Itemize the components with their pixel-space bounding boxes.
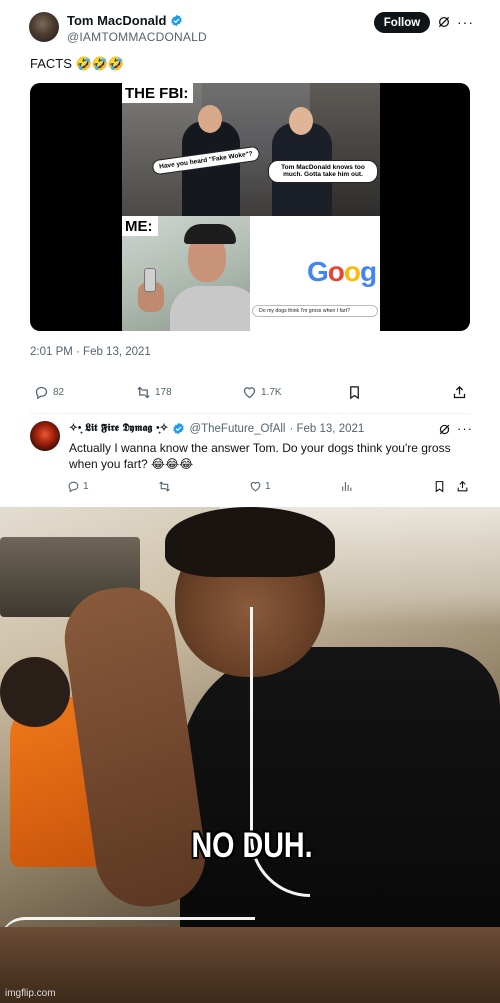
bookmark-button[interactable] <box>347 385 362 400</box>
author-handle[interactable]: @IAMTOMMACDONALD <box>67 30 207 44</box>
reply-date[interactable]: · Feb 13, 2021 <box>289 423 364 435</box>
google-letter: o <box>327 256 345 287</box>
cap <box>184 224 236 244</box>
verified-badge-icon <box>173 422 185 435</box>
reply-text: Actually I wanna know the answer Tom. Do… <box>69 441 451 471</box>
agent-left-head <box>198 105 222 133</box>
views-chart-icon <box>342 482 352 491</box>
reply-bookmark-button[interactable] <box>433 480 446 493</box>
meme-fbi-panel: THE FBI: Have you heard "Fake Woke"? Tom… <box>122 83 380 216</box>
reply-count: 1 <box>83 481 89 492</box>
reply-button[interactable]: 82 <box>34 385 64 400</box>
follow-button[interactable]: Follow <box>374 12 430 33</box>
share-icon <box>453 385 466 399</box>
reply-header: ✧•̩̩͙ 𝕷𝖎𝖙 𝕱𝖎𝖗𝖊 𝕯𝖞𝖒𝖆𝖌 •̩̩͙✧ @TheFuture_Of… <box>69 422 364 435</box>
retweet-button[interactable]: 178 <box>136 385 172 400</box>
grok-icon[interactable] <box>438 423 451 436</box>
reply-count: 82 <box>53 387 65 398</box>
reaction-photo <box>0 507 500 1003</box>
reply-retweet-button[interactable] <box>158 480 171 493</box>
fbi-label: THE FBI: <box>122 83 194 103</box>
more-options-icon[interactable]: ··· <box>457 421 473 436</box>
imgflip-watermark: imgflip.com <box>5 988 56 999</box>
background-person-head <box>0 657 70 727</box>
reply-like-button[interactable]: 1 <box>249 480 271 493</box>
reply-reply-button[interactable]: 1 <box>67 480 89 493</box>
like-count: 1.7K <box>261 387 282 398</box>
google-logo: Goog <box>307 256 377 288</box>
heart-icon <box>243 387 256 399</box>
bookmark-icon <box>350 386 359 400</box>
speech-bubble-knows-too-much: Tom MacDonald knows too much. Gotta take… <box>268 160 378 183</box>
hoodie <box>170 286 250 331</box>
google-search-box: Do my dogs think I'm gross when I fart? <box>252 305 378 317</box>
meme-caption: NO DUH. <box>191 826 313 865</box>
reply-author-handle[interactable]: @TheFuture_OfAll <box>189 423 285 435</box>
like-count: 1 <box>265 481 271 492</box>
hair <box>165 507 335 577</box>
share-icon <box>457 480 468 492</box>
author-name[interactable]: Tom MacDonald <box>67 13 166 28</box>
author-name-row[interactable]: Tom MacDonald <box>67 13 183 28</box>
more-options-icon[interactable]: ··· <box>457 14 474 30</box>
desk <box>0 927 500 1003</box>
reply-icon <box>35 386 48 400</box>
reply-author-name[interactable]: ✧•̩̩͙ 𝕷𝖎𝖙 𝕱𝖎𝖗𝖊 𝕯𝖞𝖒𝖆𝖌 •̩̩͙✧ <box>69 422 168 435</box>
phone <box>144 268 156 292</box>
retweet-count: 178 <box>155 387 172 398</box>
tweet-timestamp[interactable]: 2:01 PM · Feb 13, 2021 <box>30 346 151 358</box>
grok-icon[interactable] <box>437 15 451 29</box>
google-letter: G <box>307 256 329 287</box>
tweet-screenshot: Tom MacDonald @IAMTOMMACDONALD Follow ··… <box>0 0 500 505</box>
avatar[interactable] <box>29 12 59 42</box>
tweet-text: FACTS 🤣🤣🤣 <box>30 56 125 71</box>
reply-avatar[interactable] <box>30 421 60 451</box>
retweet-icon <box>137 386 150 399</box>
retweet-icon <box>159 481 170 492</box>
like-button[interactable]: 1.7K <box>242 385 282 400</box>
verified-badge-icon <box>171 14 183 27</box>
heart-icon <box>250 481 261 492</box>
share-button[interactable] <box>452 385 467 400</box>
reply-icon <box>68 481 79 493</box>
divider <box>30 413 470 414</box>
bookmark-icon <box>435 481 444 493</box>
meme-me-panel: ME: Goog Do my dogs think I'm gross when… <box>122 216 380 331</box>
me-label: ME: <box>122 216 158 236</box>
google-letter: o <box>343 256 361 287</box>
reply-views-button[interactable] <box>340 480 353 493</box>
reply-share-button[interactable] <box>456 480 469 493</box>
agent-right-head <box>289 107 313 135</box>
google-letter: g <box>360 256 377 287</box>
